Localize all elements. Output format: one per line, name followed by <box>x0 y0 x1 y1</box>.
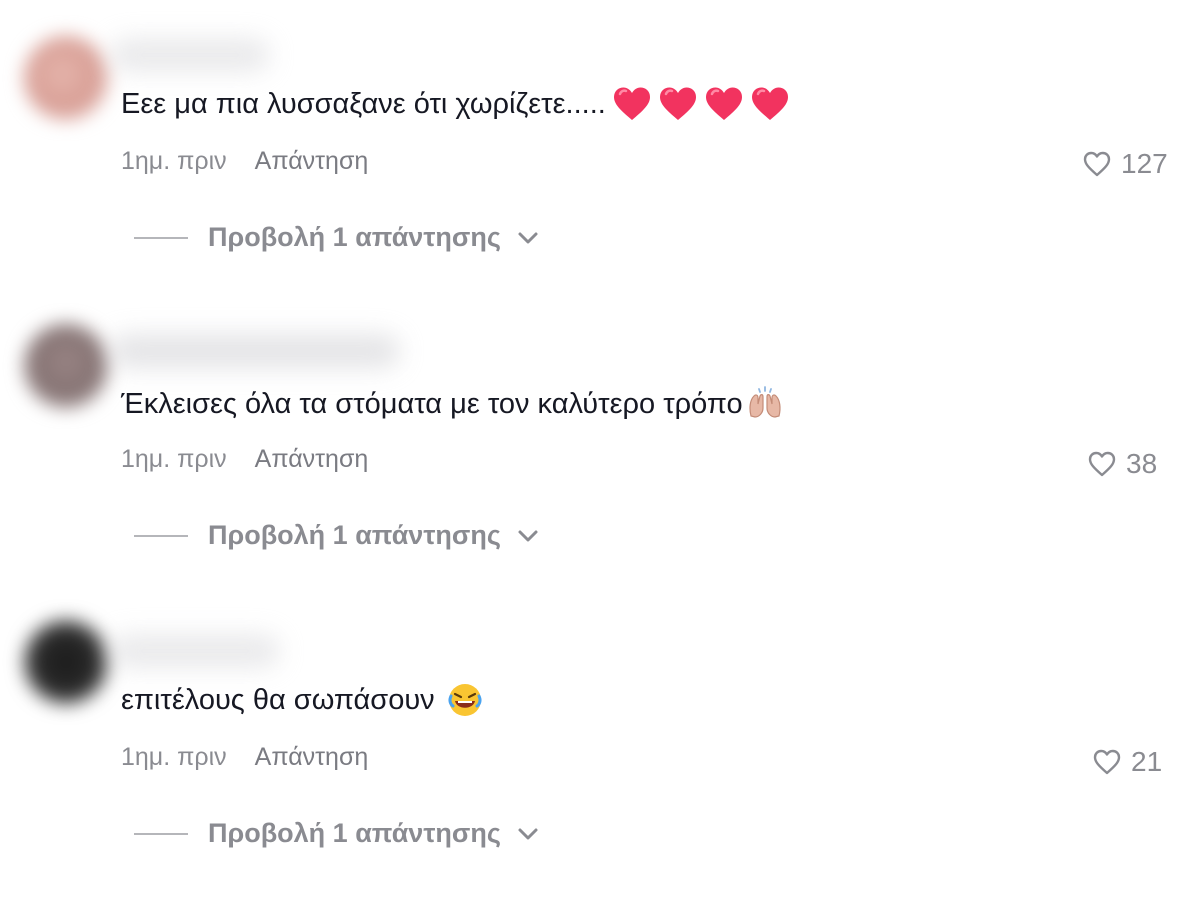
divider-line <box>134 832 188 835</box>
reply-button[interactable]: Απάντηση <box>255 146 369 176</box>
like-button[interactable]: 127 <box>1083 148 1168 180</box>
view-replies-label: Προβολή 1 απάντησης <box>208 818 501 848</box>
heart-emoji-icon <box>613 87 650 120</box>
chevron-down-icon <box>518 828 538 839</box>
rolling-on-floor-laughing-emoji-icon <box>448 684 482 716</box>
view-replies-button[interactable]: Προβολή 1 απάντησης <box>134 222 539 253</box>
like-button[interactable]: 38 <box>1088 448 1157 480</box>
avatar[interactable] <box>24 620 108 704</box>
heart-emoji-group <box>612 86 790 122</box>
comment-item: Έκλεισες όλα τα στόματα με τον καλύτερο … <box>0 298 1200 598</box>
view-replies-label: Προβολή 1 απάντησης <box>208 222 501 252</box>
reply-button[interactable]: Απάντηση <box>255 444 369 474</box>
avatar[interactable] <box>24 324 108 408</box>
view-replies-button[interactable]: Προβολή 1 απάντησης <box>134 818 539 849</box>
heart-outline-icon <box>1083 151 1111 177</box>
comment-item: Εεε μα πια λυσσαξανε ότι χωρίζετε..... 1… <box>0 0 1200 300</box>
comment-timestamp: 1ημ. πριν <box>121 147 227 175</box>
comment-text: Εεε μα πια λυσσαξανε ότι χωρίζετε..... <box>121 86 790 122</box>
reply-button[interactable]: Απάντηση <box>255 742 369 772</box>
heart-outline-icon <box>1093 749 1121 775</box>
heart-emoji-icon <box>659 87 696 120</box>
comment-timestamp: 1ημ. πριν <box>121 445 227 473</box>
chevron-down-icon <box>518 232 538 243</box>
comment-text: Έκλεισες όλα τα στόματα με τον καλύτερο … <box>121 386 785 422</box>
divider-line <box>134 236 188 239</box>
like-button[interactable]: 21 <box>1093 746 1162 778</box>
comment-meta: 1ημ. πριν Απάντηση <box>121 444 368 474</box>
view-replies-label: Προβολή 1 απάντησης <box>208 520 501 550</box>
heart-outline-icon <box>1088 451 1116 477</box>
comment-text: επιτέλους θα σωπάσουν <box>121 682 483 718</box>
comment-meta: 1ημ. πριν Απάντηση <box>121 742 368 772</box>
comment-meta: 1ημ. πριν Απάντηση <box>121 146 368 176</box>
username[interactable] <box>110 634 280 668</box>
chevron-down-icon <box>518 530 538 541</box>
like-count: 127 <box>1121 148 1168 179</box>
raising-hands-emoji-icon <box>749 386 781 418</box>
heart-emoji-icon <box>751 87 788 120</box>
comment-text-content: Εεε μα πια λυσσαξανε ότι χωρίζετε..... <box>121 88 606 120</box>
username[interactable] <box>110 38 270 72</box>
like-count: 21 <box>1131 746 1163 777</box>
comment-item: επιτέλους θα σωπάσουν 1ημ. πριν Απάντηση… <box>0 596 1200 896</box>
heart-emoji-icon <box>705 87 742 120</box>
view-replies-button[interactable]: Προβολή 1 απάντησης <box>134 520 539 551</box>
like-count: 38 <box>1126 448 1158 479</box>
comment-timestamp: 1ημ. πριν <box>121 743 227 771</box>
username[interactable] <box>110 334 400 368</box>
avatar[interactable] <box>24 36 108 120</box>
divider-line <box>134 534 188 537</box>
comment-text-content: επιτέλους θα σωπάσουν <box>121 684 435 716</box>
comment-text-content: Έκλεισες όλα τα στόματα με τον καλύτερο … <box>121 388 743 420</box>
